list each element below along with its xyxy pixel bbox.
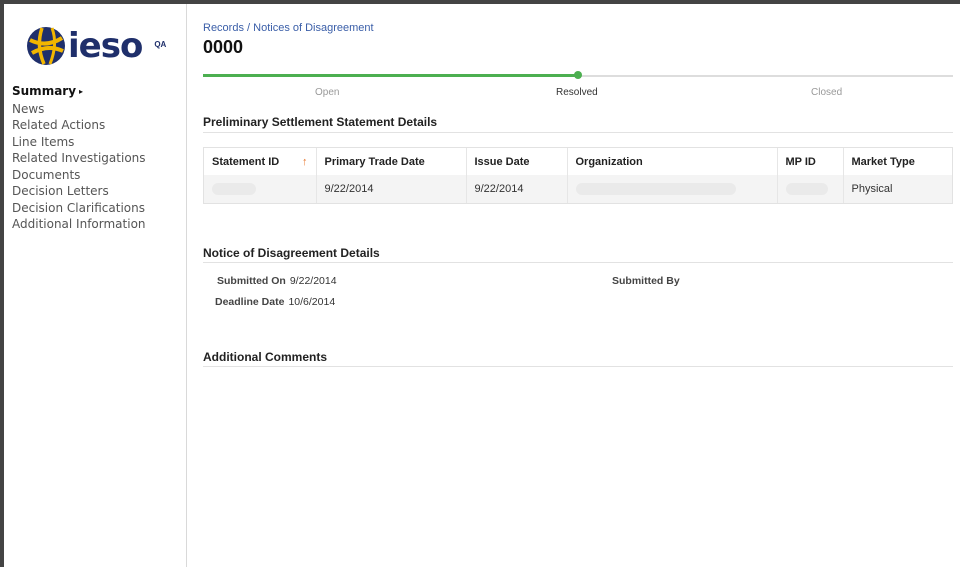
deadline-date-field: Deadline Date 10/6/2014 [215, 296, 335, 308]
sidebar-item-decision-clarifications[interactable]: Decision Clarifications [12, 200, 146, 217]
section-divider [203, 366, 953, 367]
sidebar-item-related-investigations[interactable]: Related Investigations [12, 150, 146, 167]
comments-section-title: Additional Comments [203, 350, 328, 364]
redacted-value [212, 183, 256, 196]
column-header-mp-id[interactable]: MP ID [777, 148, 844, 175]
sidebar-item-additional-information[interactable]: Additional Information [12, 216, 146, 233]
column-header-market-type[interactable]: Market Type [843, 148, 952, 175]
table-row[interactable]: 9/22/2014 9/22/2014 Physical [204, 175, 952, 203]
cell-statement-id [204, 175, 317, 203]
cell-primary-trade-date: 9/22/2014 [316, 175, 467, 203]
nod-section-title: Notice of Disagreement Details [203, 246, 380, 260]
sidebar-nav: Summary ▸ News Related Actions Line Items… [12, 83, 146, 233]
column-header-organization[interactable]: Organization [567, 148, 778, 175]
sidebar-item-line-items[interactable]: Line Items [12, 134, 146, 151]
statement-table: Statement ID ↑ Primary Trade Date Issue D… [203, 147, 953, 204]
globe-logo-icon [27, 27, 65, 65]
status-progress: Open Resolved Closed [203, 70, 953, 100]
submitted-by-label: Submitted By [612, 275, 680, 287]
deadline-date-label: Deadline Date [215, 296, 285, 308]
sidebar-item-decision-letters[interactable]: Decision Letters [12, 183, 146, 200]
submitted-on-value: 9/22/2014 [289, 275, 337, 287]
sort-ascending-icon[interactable]: ↑ [302, 156, 308, 168]
ieso-logo[interactable]: ieso QA [26, 26, 166, 66]
breadcrumb-separator: / [243, 22, 254, 34]
deadline-date-value: 10/6/2014 [288, 296, 336, 308]
sidebar-item-related-actions[interactable]: Related Actions [12, 117, 146, 134]
brand-name: ieso [68, 26, 143, 66]
environment-badge: QA [154, 39, 167, 49]
stage-closed: Closed [811, 87, 843, 98]
stage-resolved: Resolved [556, 87, 598, 98]
table-header-row: Statement ID ↑ Primary Trade Date Issue D… [204, 148, 952, 175]
caret-right-icon: ▸ [79, 87, 84, 96]
page-title: 0000 [203, 37, 244, 57]
submitted-on-label: Submitted On [217, 275, 286, 287]
submitted-by-field: Submitted By [612, 275, 680, 287]
submitted-on-field: Submitted On 9/22/2014 [217, 275, 337, 287]
cell-mp-id [777, 175, 844, 203]
column-header-primary-trade-date[interactable]: Primary Trade Date [316, 148, 467, 175]
sidebar: ieso QA Summary ▸ News Related Actions Li… [4, 4, 187, 567]
breadcrumb-notices-link[interactable]: Notices of Disagreement [253, 22, 373, 34]
sidebar-item-news[interactable]: News [12, 101, 146, 118]
section-divider [203, 262, 953, 263]
progress-current-dot [574, 71, 582, 79]
sidebar-item-documents[interactable]: Documents [12, 167, 146, 184]
progress-fill [203, 74, 578, 77]
breadcrumb: Records / Notices of Disagreement [203, 22, 374, 34]
redacted-value [785, 183, 828, 196]
section-divider [203, 132, 953, 133]
statement-section-title: Preliminary Settlement Statement Details [203, 115, 438, 129]
stage-open: Open [315, 87, 340, 98]
column-header-issue-date[interactable]: Issue Date [466, 148, 568, 175]
cell-market-type: Physical [843, 175, 952, 203]
cell-issue-date: 9/22/2014 [466, 175, 568, 203]
breadcrumb-records-link[interactable]: Records [203, 22, 244, 34]
cell-organization [567, 175, 778, 203]
redacted-value [575, 183, 736, 196]
sidebar-item-summary[interactable]: Summary ▸ [12, 83, 146, 101]
column-header-statement-id[interactable]: Statement ID ↑ [204, 148, 317, 175]
sidebar-item-label: Summary [12, 84, 77, 98]
